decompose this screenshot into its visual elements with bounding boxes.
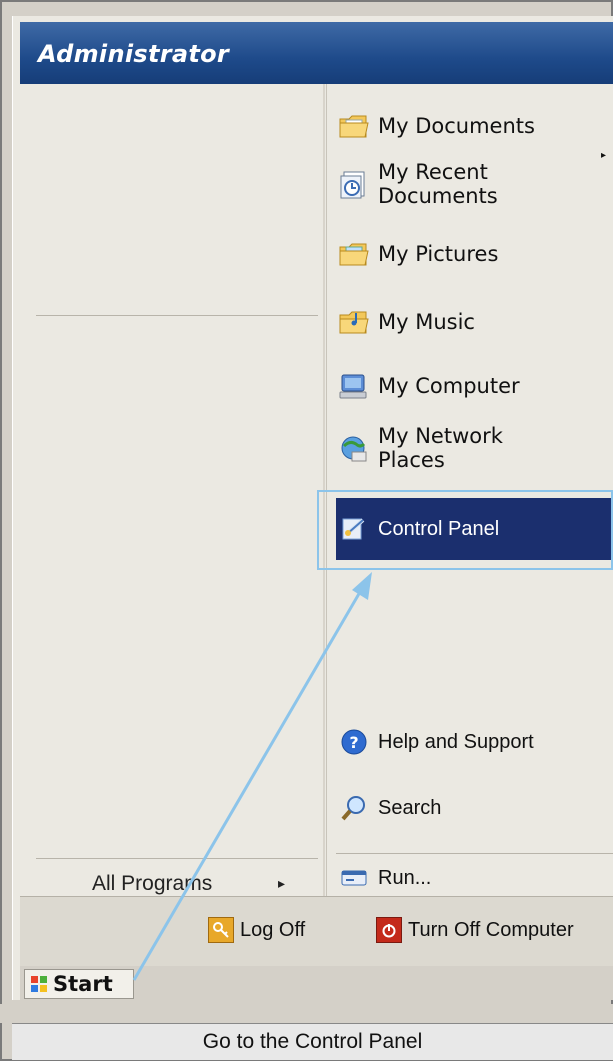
menu-item-label: My Pictures bbox=[378, 242, 499, 266]
folder-music-icon bbox=[336, 304, 372, 340]
menu-item-help-and-support[interactable]: ? Help and Support bbox=[336, 724, 613, 760]
menu-item-my-network-places[interactable]: My Network Places bbox=[336, 424, 613, 472]
help-icon: ? bbox=[336, 724, 372, 760]
run-icon bbox=[336, 860, 372, 896]
menu-item-my-computer[interactable]: My Computer bbox=[336, 368, 613, 404]
menu-item-label: Run... bbox=[378, 867, 432, 889]
right-separator bbox=[336, 853, 613, 854]
caption-spacer bbox=[0, 1004, 613, 1023]
computer-icon bbox=[336, 368, 372, 404]
folder-documents-icon bbox=[336, 108, 372, 144]
power-icon bbox=[376, 917, 402, 943]
search-icon bbox=[336, 790, 372, 826]
menu-item-label: My Documents bbox=[378, 114, 535, 138]
caption-text: Go to the Control Panel bbox=[202, 1030, 423, 1053]
menu-item-label: My Recent Documents bbox=[378, 160, 498, 208]
start-button[interactable]: Start bbox=[24, 969, 134, 999]
label-line: My Network bbox=[378, 424, 503, 448]
left-separator bbox=[36, 315, 318, 316]
network-places-icon bbox=[336, 430, 372, 466]
windows-logo-icon bbox=[29, 974, 49, 994]
turn-off-computer-label: Turn Off Computer bbox=[408, 918, 574, 941]
menu-item-label: My Computer bbox=[378, 374, 520, 398]
menu-item-label: Help and Support bbox=[378, 731, 534, 753]
recent-documents-icon bbox=[336, 166, 372, 202]
menu-item-label: Search bbox=[378, 797, 442, 819]
left-separator-bottom bbox=[36, 858, 318, 859]
start-menu-header: Administrator bbox=[20, 22, 613, 84]
submenu-arrow-icon: ▸ bbox=[601, 150, 607, 161]
pinned-programs-panel bbox=[20, 84, 323, 896]
menu-item-search[interactable]: Search bbox=[336, 790, 613, 826]
turn-off-computer-button[interactable]: Turn Off Computer bbox=[376, 917, 574, 943]
label-line: Documents bbox=[378, 184, 498, 208]
key-icon bbox=[208, 917, 234, 943]
label-line: My Recent bbox=[378, 160, 488, 184]
log-off-label: Log Off bbox=[240, 918, 306, 941]
caption-bar: Go to the Control Panel bbox=[12, 1023, 613, 1060]
start-label: Start bbox=[53, 972, 113, 996]
svg-text:?: ? bbox=[349, 733, 358, 752]
menu-item-label: My Music bbox=[378, 310, 475, 334]
menu-item-my-recent-documents[interactable]: My Recent Documents bbox=[336, 160, 613, 208]
all-programs-arrow-icon: ▸ bbox=[278, 876, 286, 892]
all-programs-button[interactable]: All Programs bbox=[92, 872, 212, 896]
annotation-highlight-box bbox=[317, 490, 613, 570]
menu-item-label: My Network Places bbox=[378, 424, 503, 472]
label-line: Places bbox=[378, 448, 445, 472]
log-off-button[interactable]: Log Off bbox=[208, 917, 305, 943]
folder-pictures-icon bbox=[336, 236, 372, 272]
user-name: Administrator bbox=[38, 40, 230, 68]
menu-item-my-pictures[interactable]: My Pictures bbox=[336, 236, 613, 272]
menu-item-my-documents[interactable]: My Documents bbox=[336, 108, 613, 144]
menu-item-my-music[interactable]: My Music bbox=[336, 304, 613, 340]
menu-item-run[interactable]: Run... bbox=[336, 860, 613, 896]
